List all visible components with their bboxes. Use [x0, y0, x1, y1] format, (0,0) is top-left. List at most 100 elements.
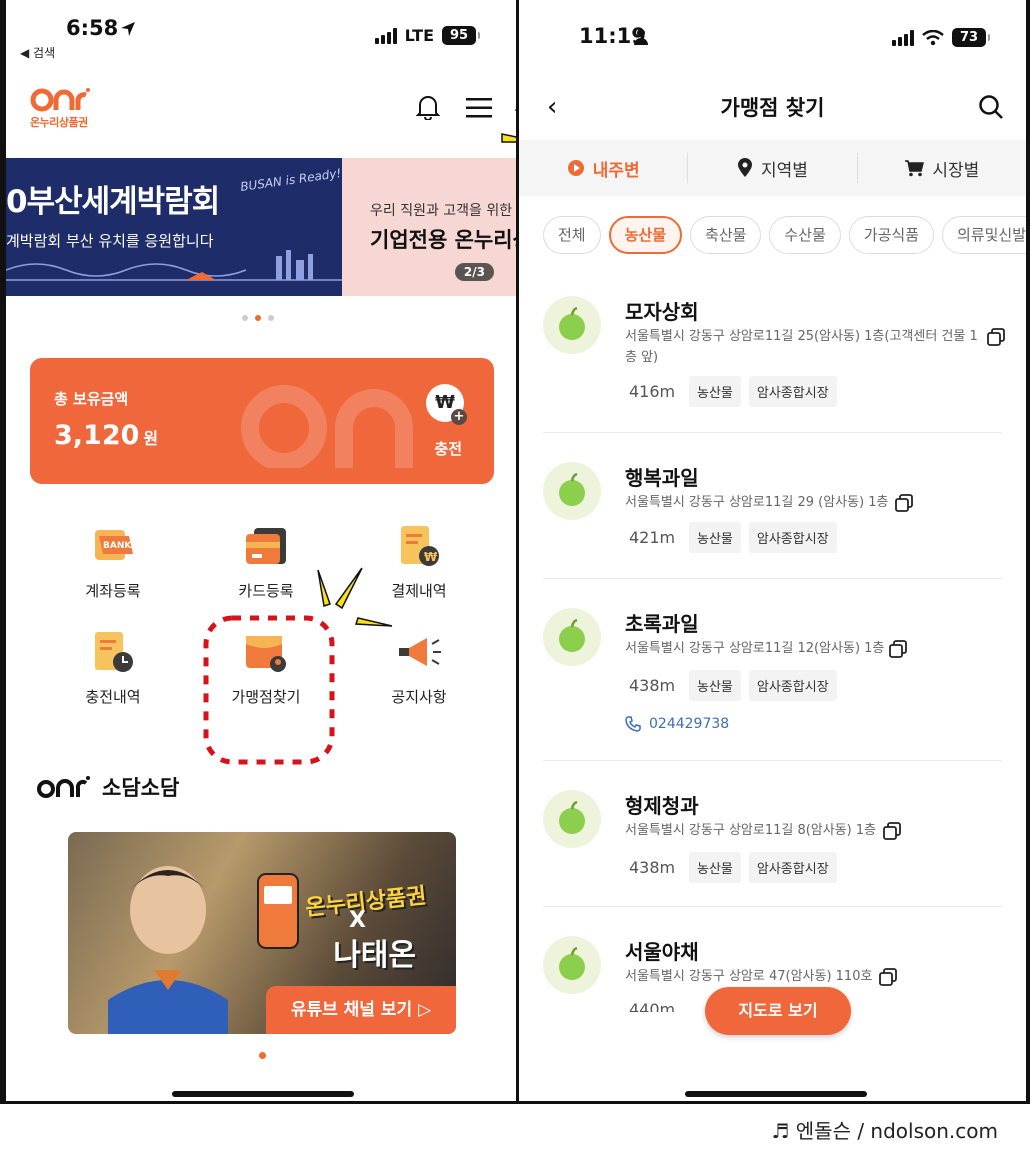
divider [543, 578, 1002, 579]
status-bar: 6:58 ◀ 검색 LTE 95 [6, 14, 516, 60]
copy-icon[interactable] [987, 328, 1005, 346]
blog-watermark: ♬ 엔돌슨 / ndolson.com [771, 1119, 998, 1143]
chip-seafood[interactable]: 수산물 [769, 216, 841, 254]
promo-name-text: 나태온 [333, 938, 416, 973]
phone-in-hand-icon [257, 873, 299, 949]
receipt-icon: ₩ [395, 524, 443, 572]
apple-icon [543, 296, 601, 354]
divider [543, 760, 1002, 761]
divider [543, 906, 1002, 907]
store-distance: 421m [629, 528, 676, 547]
chip-all[interactable]: 전체 [543, 216, 601, 254]
store-distance: 438m [629, 676, 676, 695]
onnuri-logo-icon [37, 776, 90, 798]
charge-history-icon [89, 630, 137, 678]
app-logo: 온누리상품권 [30, 86, 100, 130]
banner-slide-corporate[interactable]: 우리 직원과 고객을 위한 기업전용 온누리상 2/3 [342, 158, 516, 296]
signal-icon [892, 29, 914, 46]
cart-icon [905, 160, 925, 177]
store-distance: 416m [629, 382, 676, 401]
status-right: LTE 95 [374, 26, 480, 45]
balance-label: 총 보유금액 [54, 390, 129, 408]
youtube-channel-button[interactable]: 유튜브 채널 보기 ▷ [266, 986, 456, 1034]
bell-icon[interactable] [416, 94, 440, 120]
search-icon[interactable] [978, 94, 1004, 120]
store-list-item[interactable]: 형제청과 서울특별시 강동구 상암로11길 8(암사동) 1층 438m 농산물… [543, 790, 1002, 900]
person-icon [634, 29, 648, 45]
back-to-search-link[interactable]: ◀ 검색 [20, 44, 55, 61]
charge-label[interactable]: 충전 [434, 438, 462, 459]
store-list-item[interactable]: 행복과일 서울특별시 강동구 상암로11길 29 (암사동) 1층 421m 농… [543, 462, 1002, 572]
annotation-highlight-icon [203, 567, 393, 765]
card-logo-watermark-icon [241, 385, 413, 468]
banner-slide-expo[interactable]: 0부산세계박람회 BUSAN is Ready! 계박람회 부산 유치를 응원합… [6, 158, 342, 296]
battery-icon: 73 [952, 28, 990, 47]
store-category-tag: 농산물 [689, 852, 741, 883]
svg-text:₩: ₩ [424, 550, 438, 564]
banner-expo-title: 0부산세계박람회 [6, 184, 220, 220]
tab-by-region[interactable]: 지역별 [687, 153, 856, 183]
hamburger-menu-icon[interactable] [466, 98, 492, 118]
store-market-tag: 암사종합시장 [748, 522, 837, 553]
chip-clothing[interactable]: 의류및신발 [942, 216, 1026, 254]
store-meta: 421m 농산물 암사종합시장 [625, 522, 837, 553]
plus-icon: + [451, 409, 467, 425]
copy-icon[interactable] [895, 494, 913, 512]
store-address: 서울특별시 강동구 상암로11길 12(암사동) 1층 [625, 641, 885, 656]
store-name: 형제청과 [625, 794, 699, 818]
chip-processed-food[interactable]: 가공식품 [848, 216, 935, 254]
bank-icon: BANK [89, 524, 137, 572]
filter-segment-tabs: 내주변 지역별 시장별 [519, 140, 1026, 196]
menu-label: 계좌등록 [85, 582, 141, 600]
store-category-tag: 농산물 [689, 522, 741, 553]
home-indicator[interactable] [172, 1091, 354, 1097]
store-address: 서울특별시 강동구 상암로 47(암사동) 110호 [625, 969, 873, 984]
card-icon [242, 524, 290, 572]
megaphone-icon [395, 630, 443, 678]
copy-icon[interactable] [883, 822, 901, 840]
signal-icon [374, 27, 397, 44]
page-title: 가맹점 찾기 [720, 96, 825, 120]
copy-icon[interactable] [879, 968, 897, 986]
store-address: 서울특별시 강동구 상암로11길 25(암사동) 1층(고객센터 건물 1층 앞… [625, 329, 978, 365]
store-meta: 416m 농산물 암사종합시장 [625, 376, 837, 407]
menu-account-register[interactable]: BANK 계좌등록 [48, 524, 178, 601]
charge-button[interactable]: ₩ + [426, 384, 467, 425]
sodam-section-header: 소담소담 [36, 772, 179, 802]
apple-icon [543, 936, 601, 994]
youtube-promo-card[interactable]: 온누리상품권 X 나태온 유튜브 채널 보기 ▷ [68, 832, 456, 1034]
status-right: 73 [892, 28, 990, 47]
store-address: 서울특별시 강동구 상암로11길 8(암사동) 1층 [625, 823, 877, 838]
store-list-item[interactable]: 초록과일 서울특별시 강동구 상암로11길 12(암사동) 1층 438m 농산… [543, 608, 1002, 748]
play-icon: ▷ [418, 1000, 432, 1020]
tab-by-market[interactable]: 시장별 [856, 153, 1026, 183]
banner-corp-title: 기업전용 온누리상 [370, 228, 516, 252]
person-photo-icon [108, 866, 228, 1034]
left-phone-screen: 6:58 ◀ 검색 LTE 95 온누리상품권 0부산세계박람회 BUSAN i… [0, 0, 519, 1104]
promo-banner-carousel[interactable]: 0부산세계박람회 BUSAN is Ready! 계박람회 부산 유치를 응원합… [6, 158, 516, 296]
sodam-title: 소담소담 [102, 776, 180, 800]
chip-agriculture[interactable]: 농산물 [608, 216, 683, 254]
chip-livestock[interactable]: 축산물 [690, 216, 762, 254]
menu-label: 충전내역 [85, 688, 141, 706]
store-market-tag: 암사종합시장 [748, 376, 837, 407]
wifi-icon [922, 29, 944, 45]
store-phone-link[interactable]: 024429738 [625, 716, 729, 732]
store-meta: 438m 농산물 암사종합시장 [625, 852, 837, 883]
network-type: LTE [404, 26, 434, 45]
battery-icon: 95 [442, 26, 480, 45]
view-map-button[interactable]: 지도로 보기 [705, 987, 851, 1035]
copy-icon[interactable] [889, 640, 907, 658]
tab-nearby[interactable]: 내주변 [519, 153, 687, 183]
home-indicator[interactable] [685, 1091, 867, 1097]
banner-expo-subtitle: 계박람회 부산 유치를 응원합니다 [6, 232, 214, 250]
category-chips: 전체 농산물 축산물 수산물 가공식품 의류및신발 [543, 216, 1026, 254]
bridge-skyline-icon [6, 250, 342, 281]
store-distance: 440m [629, 1000, 676, 1012]
store-list-item[interactable]: 모자상회 서울특별시 강동구 상암로11길 25(암사동) 1층(고객센터 건물… [543, 296, 1005, 426]
right-phone-screen: 11:19 73 ‹ 가맹점 찾기 내주변 지역별 시장별 전체 농산물 축산물… [516, 0, 1030, 1104]
menu-charge-history[interactable]: 충전내역 [48, 630, 178, 707]
play-circle-icon [567, 160, 584, 176]
store-name: 서울야채 [625, 940, 699, 964]
won-icon: ₩ [435, 392, 455, 413]
